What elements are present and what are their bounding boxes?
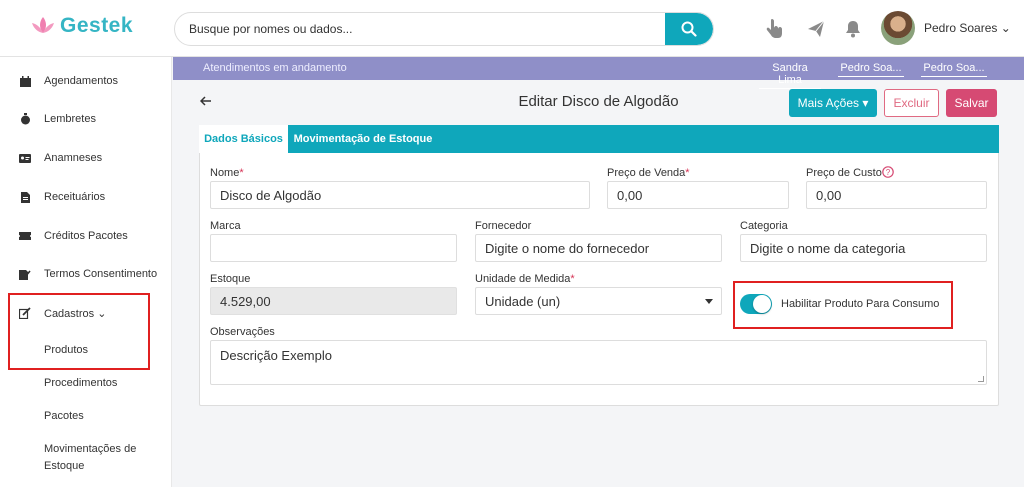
search-button[interactable] <box>665 13 713 45</box>
estoque-label: Estoque <box>210 273 251 285</box>
marca-label: Marca <box>210 220 241 232</box>
consumo-toggle-label: Habilitar Produto Para Consumo <box>781 298 940 310</box>
highlight-box-cadastros <box>8 293 150 370</box>
sidebar-item-label: Agendamentos <box>44 75 118 87</box>
categoria-label: Categoria <box>740 220 788 232</box>
avatar[interactable] <box>881 11 915 45</box>
toggle-knob <box>753 295 771 313</box>
observacoes-text: Descrição Exemplo <box>220 348 332 363</box>
id-card-icon <box>19 152 31 164</box>
signature-icon <box>19 268 31 280</box>
observacoes-textarea[interactable]: Descrição Exemplo <box>210 340 987 385</box>
ongoing-label: Atendimentos em andamento <box>203 62 347 74</box>
sidebar-subitem-movimentacoes-line2[interactable]: Estoque <box>44 460 84 472</box>
sidebar-subitem-movimentacoes[interactable]: Movimentações de <box>44 443 136 455</box>
question-circle-icon[interactable]: ? <box>882 166 894 178</box>
sidebar-item-termos-consentimento[interactable]: Termos Consentimento <box>0 259 172 289</box>
fornecedor-label: Fornecedor <box>475 220 532 232</box>
sidebar-item-receituarios[interactable]: Receituários <box>0 182 172 212</box>
sidebar: Agendamentos Lembretes Anamneses Receitu… <box>0 57 172 487</box>
calendar-icon <box>19 75 31 87</box>
save-button[interactable]: Salvar <box>946 89 997 117</box>
marca-field[interactable] <box>210 234 457 262</box>
sidebar-item-label: Anamneses <box>44 152 103 164</box>
ticket-icon <box>19 230 31 242</box>
nome-field[interactable]: Disco de Algodão <box>210 181 590 209</box>
sidebar-item-label: Créditos Pacotes <box>44 230 128 242</box>
search-bar <box>174 12 714 46</box>
lotus-icon <box>32 17 54 33</box>
sidebar-item-agendamentos[interactable]: Agendamentos <box>0 66 172 96</box>
ongoing-tab-sandra[interactable]: Sandra Lima <box>759 62 821 89</box>
preco-venda-field[interactable]: 0,00 <box>607 181 789 209</box>
sidebar-item-label: Lembretes <box>44 113 96 125</box>
bell-icon[interactable] <box>842 18 864 40</box>
consumo-toggle[interactable] <box>740 294 772 314</box>
ongoing-tab-pedro-1[interactable]: Pedro Soa... <box>838 62 904 77</box>
unidade-label: Unidade de Medida* <box>475 273 575 285</box>
logo[interactable]: Gestek <box>30 14 133 38</box>
tab-dados-basicos[interactable]: Dados Básicos <box>199 125 288 153</box>
ongoing-appointments-bar: Atendimentos em andamento Sandra Lima Pe… <box>173 57 1024 89</box>
top-header: Gestek Pedro Soares ⌄ <box>0 0 1024 57</box>
search-icon <box>681 21 697 37</box>
preco-custo-field[interactable]: 0,00 <box>806 181 987 209</box>
sidebar-subitem-procedimentos[interactable]: Procedimentos <box>44 377 117 389</box>
ongoing-tab-pedro-2[interactable]: Pedro Soa... <box>921 62 987 77</box>
search-input[interactable] <box>175 13 665 45</box>
sidebar-subitem-pacotes[interactable]: Pacotes <box>44 410 84 422</box>
logo-text: Gestek <box>60 14 134 37</box>
paper-plane-icon[interactable] <box>805 18 827 40</box>
more-actions-button[interactable]: Mais Ações ▾ <box>789 89 877 117</box>
resize-handle[interactable] <box>978 376 984 382</box>
delete-button[interactable]: Excluir <box>884 89 939 117</box>
sidebar-item-label: Termos Consentimento <box>44 268 158 280</box>
tab-strip: Dados Básicos Movimentação de Estoque <box>199 125 999 153</box>
chevron-down-icon <box>705 299 713 304</box>
sidebar-item-anamneses[interactable]: Anamneses <box>0 143 172 173</box>
sidebar-item-creditos-pacotes[interactable]: Créditos Pacotes <box>0 221 172 251</box>
preco-venda-label: Preço de Venda* <box>607 167 690 179</box>
nome-label: Nome* <box>210 167 244 179</box>
categoria-field[interactable]: Digite o nome da categoria <box>740 234 987 262</box>
sidebar-item-label: Receituários <box>44 191 106 203</box>
observacoes-label: Observações <box>210 326 275 338</box>
hand-pointer-icon[interactable] <box>763 18 785 40</box>
unidade-select-value: Unidade (un) <box>485 293 561 309</box>
fornecedor-field[interactable]: Digite o nome do fornecedor <box>475 234 722 262</box>
unidade-select[interactable]: Unidade (un) <box>475 287 722 315</box>
svg-text:?: ? <box>886 168 891 177</box>
estoque-field: 4.529,00 <box>210 287 457 315</box>
document-icon <box>19 191 31 203</box>
preco-custo-label: Preço de Custo <box>806 167 882 179</box>
user-menu[interactable]: Pedro Soares ⌄ <box>924 21 1011 35</box>
stopwatch-icon <box>19 113 31 125</box>
tab-movimentacao-estoque[interactable]: Movimentação de Estoque <box>288 125 438 153</box>
